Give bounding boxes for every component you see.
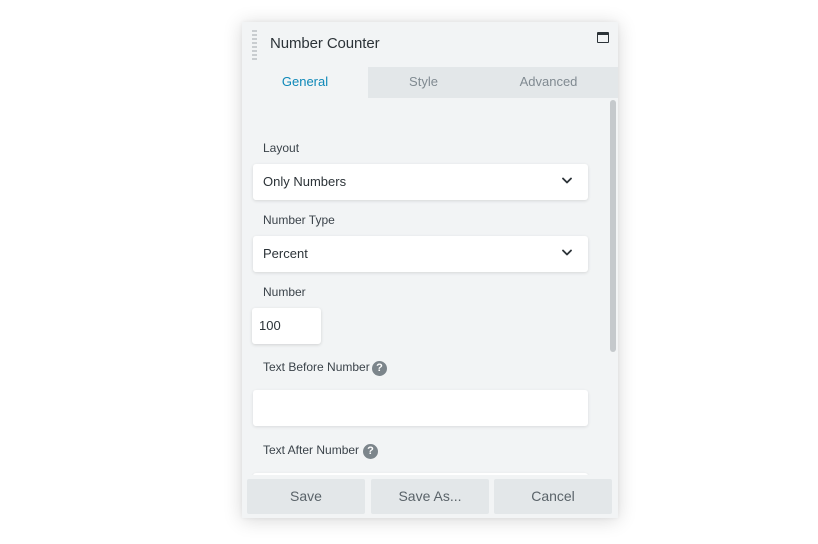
- drag-handle-icon[interactable]: [252, 30, 257, 60]
- settings-panel: Number Counter General Style Advanced La…: [242, 22, 618, 518]
- settings-content: Layout Only Numbers Number Type Percent …: [242, 98, 618, 475]
- text-after-label: Text After Number: [263, 443, 360, 457]
- panel-footer: Save Save As... Cancel: [242, 475, 618, 518]
- text-before-input[interactable]: [253, 390, 588, 426]
- number-input[interactable]: 100: [252, 308, 321, 344]
- number-label: Number: [263, 285, 306, 299]
- text-before-label: Text Before Number: [263, 360, 370, 374]
- tab-advanced[interactable]: Advanced: [479, 67, 618, 98]
- layout-select[interactable]: Only Numbers: [253, 164, 588, 200]
- save-button[interactable]: Save: [247, 479, 365, 514]
- cancel-button[interactable]: Cancel: [494, 479, 612, 514]
- tab-bar: General Style Advanced: [242, 67, 618, 98]
- panel-title: Number Counter: [270, 35, 380, 52]
- tab-style[interactable]: Style: [368, 67, 479, 98]
- help-icon[interactable]: ?: [363, 444, 378, 459]
- save-as-button[interactable]: Save As...: [371, 479, 489, 514]
- chevron-down-icon: [562, 249, 572, 256]
- scrollbar-thumb[interactable]: [610, 100, 616, 352]
- help-icon[interactable]: ?: [372, 361, 387, 376]
- chevron-down-icon: [562, 177, 572, 184]
- maximize-icon[interactable]: [597, 32, 609, 43]
- tab-general[interactable]: General: [242, 67, 368, 98]
- number-input-value: 100: [259, 318, 281, 333]
- number-type-select-value: Percent: [263, 246, 308, 261]
- number-type-select[interactable]: Percent: [253, 236, 588, 272]
- layout-select-value: Only Numbers: [263, 174, 347, 189]
- number-type-label: Number Type: [263, 213, 335, 227]
- layout-label: Layout: [263, 141, 300, 155]
- panel-header[interactable]: Number Counter: [242, 22, 618, 67]
